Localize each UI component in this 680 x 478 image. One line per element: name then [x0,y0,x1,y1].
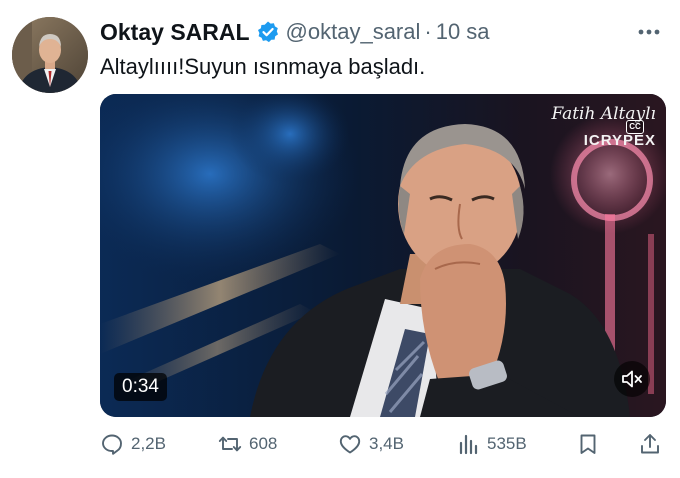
share-icon [641,434,659,454]
mute-icon[interactable] [614,361,650,397]
reply-button[interactable]: 2,2B [100,430,166,458]
more-options-icon[interactable] [636,22,662,42]
tweet-text: Altaylıııı!Suyun ısınmaya başladı. [100,54,426,79]
header-separator: · [424,19,432,44]
views-button[interactable]: 535B [456,430,527,458]
video-player[interactable]: Fatih Altaylı ICRYPEX CC 0:34 [100,94,666,417]
tweet-header: Oktay SARAL @oktay_saral · 10 sa [100,16,490,48]
tweet-actions: 2,2B 608 3,4B 535B [100,430,666,458]
like-icon [339,435,361,454]
verified-badge-icon[interactable] [256,20,280,44]
like-button[interactable]: 3,4B [338,430,404,458]
author-name[interactable]: Oktay SARAL [100,19,250,46]
closed-caption-icon[interactable]: CC [626,120,644,134]
share-button[interactable] [638,430,662,458]
watermark-brand: ICRYPEX [583,132,656,149]
retweet-icon [218,436,242,452]
bookmark-icon [580,434,596,454]
reply-count: 2,2B [131,434,166,453]
bookmark-button[interactable] [576,430,600,458]
views-icon [459,434,478,455]
tweet-card[interactable]: Oktay SARAL @oktay_saral · 10 sa Altaylı… [0,0,680,478]
views-count: 535B [487,434,527,453]
author-avatar[interactable] [12,17,88,93]
retweet-button[interactable]: 608 [218,430,277,458]
reply-icon [102,434,122,455]
video-duration: 0:34 [114,373,167,401]
retweet-count: 608 [249,434,278,453]
like-count: 3,4B [369,434,404,453]
author-handle[interactable]: @oktay_saral [286,19,421,45]
tweet-timestamp[interactable]: 10 sa [436,19,490,45]
